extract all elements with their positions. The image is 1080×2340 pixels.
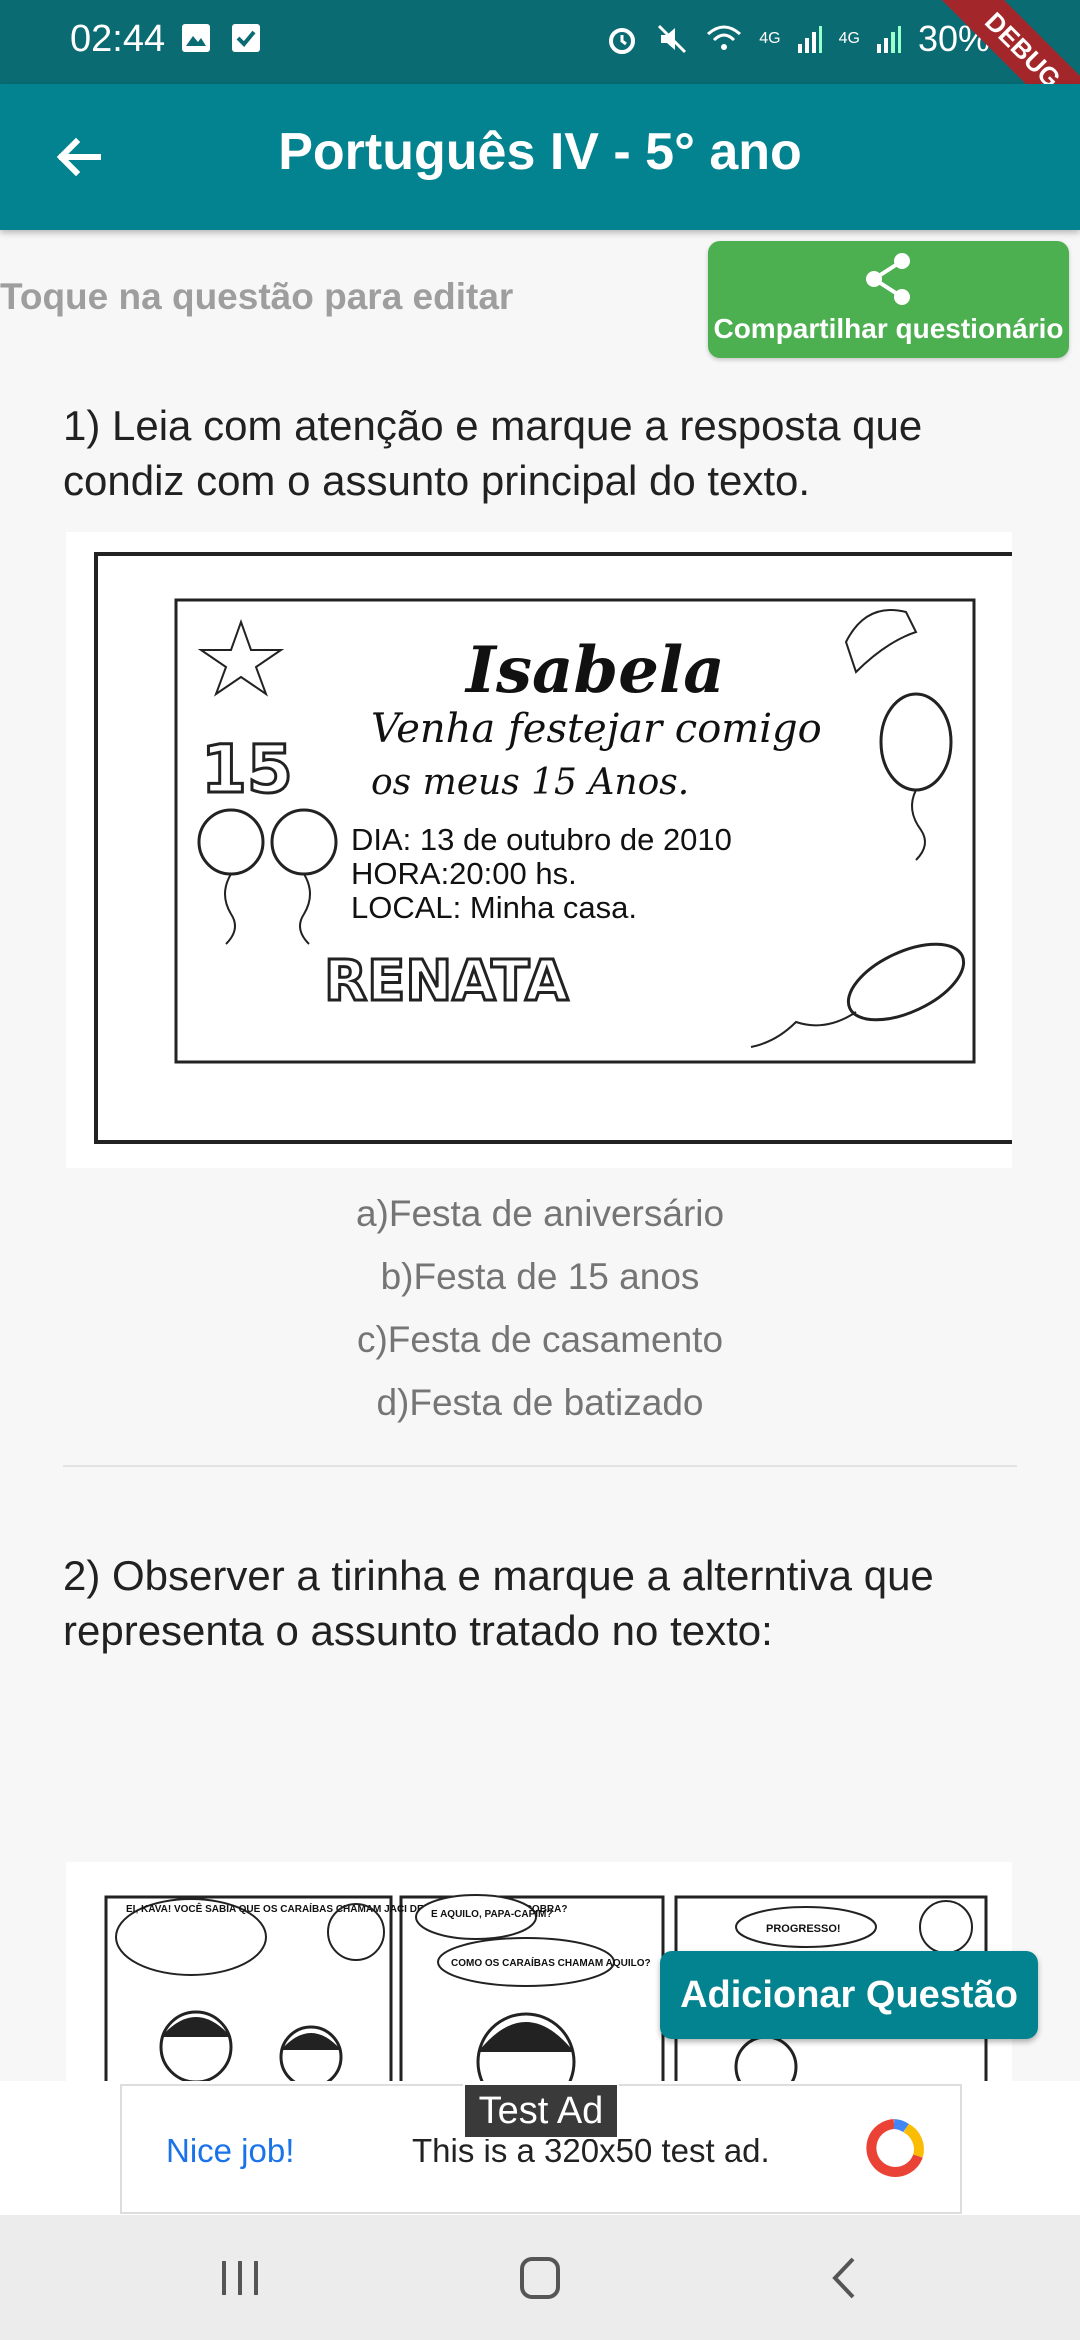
comic-bubble-2a: E AQUILO, PAPA-CAPIM? xyxy=(431,1909,552,1920)
question-2-text[interactable]: 2) Observer a tirinha e marque a alternt… xyxy=(63,1548,1023,1658)
home-icon[interactable] xyxy=(510,2253,570,2303)
status-time: 02:44 xyxy=(70,18,166,60)
signal-icon-2 xyxy=(876,26,901,53)
question-divider xyxy=(63,1465,1017,1467)
signal-icon-1 xyxy=(797,26,822,53)
option-a[interactable]: a)Festa de aniversário xyxy=(0,1193,1080,1235)
network-type-2: 4G xyxy=(838,30,860,47)
nav-back-icon[interactable] xyxy=(815,2253,875,2303)
invitation-line1: Venha festejar comigo xyxy=(371,706,822,752)
option-b[interactable]: b)Festa de 15 anos xyxy=(0,1256,1080,1298)
option-c[interactable]: c)Festa de casamento xyxy=(0,1319,1080,1361)
invitation-signature: RENATA xyxy=(324,949,569,1014)
system-navigation-bar xyxy=(0,2215,1080,2340)
balloon-drawing xyxy=(197,808,265,876)
page-title: Português IV - 5° ano xyxy=(278,123,802,181)
invitation-illustration: 15 Isabela Venha festejar comigo os meus… xyxy=(94,552,1028,1144)
status-left-icons xyxy=(180,22,262,54)
invitation-place: LOCAL: Minha casa. xyxy=(351,890,637,925)
question-1-text[interactable]: 1) Leia com atenção e marque a resposta … xyxy=(63,398,1023,508)
invitation-name: Isabela xyxy=(464,633,725,708)
test-ad-tag: Test Ad xyxy=(463,2083,619,2139)
network-type-1: 4G xyxy=(759,30,781,47)
invitation-line2: os meus 15 Anos. xyxy=(371,762,689,803)
add-question-button[interactable]: Adicionar Questão xyxy=(660,1951,1038,2039)
invitation-number: 15 xyxy=(201,731,293,808)
share-icon xyxy=(866,253,910,305)
app-bar: Português IV - 5° ano xyxy=(0,84,1080,230)
edit-hint: Toque na questão para editar xyxy=(0,276,514,317)
comic-bubble-3: PROGRESSO! xyxy=(766,1923,841,1935)
gallery-icon xyxy=(182,24,210,52)
wifi-icon xyxy=(707,25,742,50)
comic-bubble-2b: COMO OS CARAÍBAS CHAMAM AQUILO? xyxy=(451,1956,651,1969)
question-1-image[interactable]: 15 Isabela Venha festejar comigo os meus… xyxy=(66,532,1028,1168)
status-bar: 02:44 4G 4G 30% DEBUG xyxy=(0,0,1080,140)
share-button-label: Compartilhar questionário xyxy=(713,313,1064,344)
recent-apps-icon[interactable] xyxy=(210,2253,270,2303)
ad-nice-text: Nice job! xyxy=(166,2132,295,2169)
invitation-day: DIA: 13 de outubro de 2010 xyxy=(351,822,732,857)
invitation-hour: HORA:20:00 hs. xyxy=(351,856,577,891)
star-drawing xyxy=(197,619,285,697)
option-d[interactable]: d)Festa de batizado xyxy=(0,1382,1080,1424)
checkbox-notification-icon xyxy=(232,24,260,52)
mute-icon xyxy=(658,24,687,54)
alarm-icon xyxy=(609,28,636,54)
share-questionnaire-button[interactable]: Compartilhar questionário xyxy=(708,241,1069,358)
status-right-icons: 4G 4G 30% xyxy=(605,18,990,60)
ad-logo-icon xyxy=(866,2119,924,2177)
